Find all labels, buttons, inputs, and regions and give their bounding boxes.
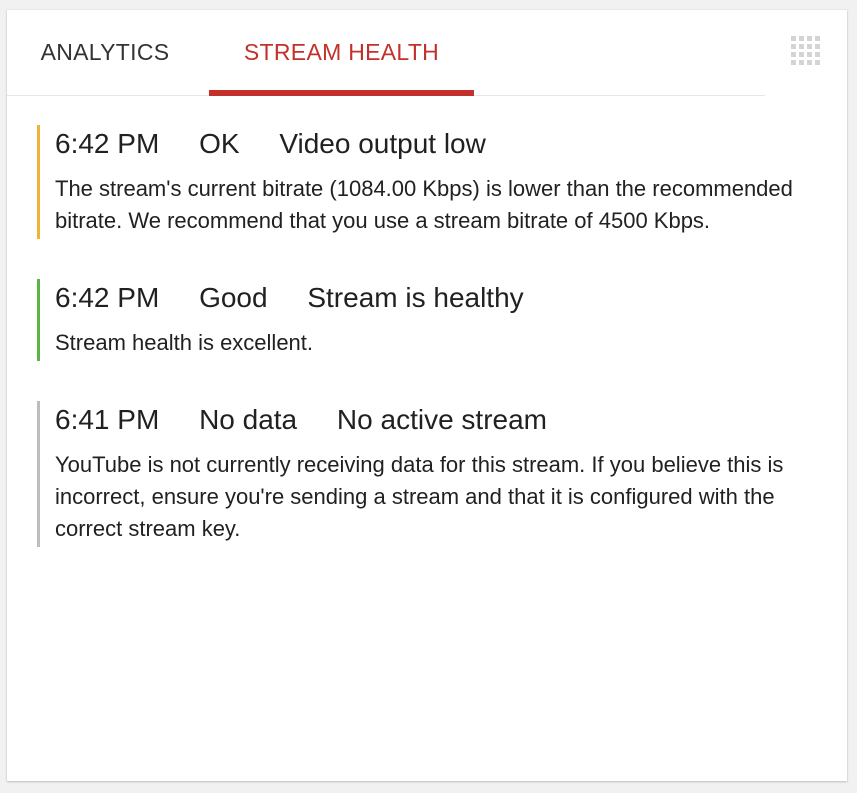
event-description: Stream health is excellent. bbox=[55, 330, 314, 355]
status-indicator-bar bbox=[37, 279, 40, 361]
event-status: Good bbox=[199, 282, 268, 313]
event-time: 6:42 PM bbox=[55, 128, 160, 159]
event-description: YouTube is not currently receiving data … bbox=[55, 452, 784, 541]
status-indicator-bar bbox=[37, 401, 40, 547]
event-title: No active stream bbox=[336, 404, 547, 435]
grid-icon[interactable] bbox=[791, 36, 821, 66]
event-header: 6:41 PM No data No active stream bbox=[55, 401, 817, 437]
event-item: 6:41 PM No data No active stream YouTube… bbox=[37, 401, 817, 547]
event-title: Stream is healthy bbox=[307, 282, 524, 313]
stream-health-panel: ANALYTICS STREAM HEALTH 6:42 PM OK Video… bbox=[7, 10, 847, 781]
event-title: Video output low bbox=[279, 128, 486, 159]
status-indicator-bar bbox=[37, 125, 40, 239]
event-header: 6:42 PM OK Video output low bbox=[55, 125, 817, 161]
event-status: OK bbox=[199, 128, 240, 159]
tab-bar: ANALYTICS STREAM HEALTH bbox=[7, 10, 847, 96]
event-list: 6:42 PM OK Video output low The stream's… bbox=[37, 125, 817, 587]
event-item: 6:42 PM Good Stream is healthy Stream he… bbox=[37, 279, 817, 361]
event-time: 6:41 PM bbox=[55, 404, 160, 435]
event-status: No data bbox=[199, 404, 298, 435]
event-header: 6:42 PM Good Stream is healthy bbox=[55, 279, 817, 315]
event-description: The stream's current bitrate (1084.00 Kb… bbox=[55, 176, 793, 233]
event-time: 6:42 PM bbox=[55, 282, 160, 313]
tab-stream-health[interactable]: STREAM HEALTH bbox=[209, 10, 474, 96]
tab-analytics[interactable]: ANALYTICS bbox=[7, 10, 203, 95]
tab-bar-gap bbox=[765, 95, 847, 96]
event-item: 6:42 PM OK Video output low The stream's… bbox=[37, 125, 817, 239]
